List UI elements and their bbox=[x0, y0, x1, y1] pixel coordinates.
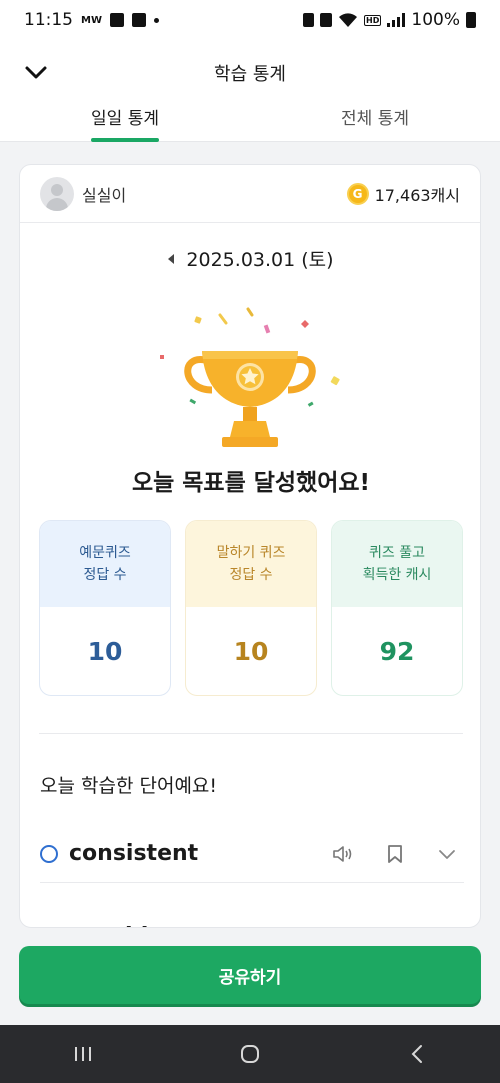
daily-stats-row: 예문퀴즈 정답 수 10 말하기 퀴즈 정답 수 10 퀴즈 풀고 획득한 캐시… bbox=[39, 520, 463, 696]
status-bar: 11:15 MW HD 100% bbox=[0, 0, 500, 40]
status-left: 11:15 MW bbox=[24, 10, 159, 30]
word-checkbox[interactable] bbox=[40, 927, 58, 928]
page-title: 학습 통계 bbox=[214, 64, 286, 85]
word-row: provide bbox=[40, 907, 464, 928]
bookmark-icon bbox=[388, 844, 402, 863]
stat-value: 92 bbox=[379, 636, 415, 666]
stat-value: 10 bbox=[233, 636, 269, 666]
date-label: 2025.03.01 (토) bbox=[186, 249, 334, 271]
word-checkbox[interactable] bbox=[40, 844, 58, 863]
stat-label: 예문퀴즈 정답 수 bbox=[40, 521, 170, 607]
tab-bar: 일일 통계 전체 통계 bbox=[0, 98, 500, 142]
stat-card-example-quiz: 예문퀴즈 정답 수 10 bbox=[39, 520, 171, 696]
words-section-title: 오늘 학습한 단어예요! bbox=[40, 775, 218, 797]
word-text: consistent bbox=[69, 841, 199, 866]
speaker-icon bbox=[333, 845, 352, 862]
word-actions bbox=[330, 841, 464, 867]
home-button[interactable] bbox=[220, 1034, 280, 1074]
hd-voice-icon: HD bbox=[364, 14, 382, 26]
signal-icon bbox=[387, 13, 406, 27]
tab-total-stats[interactable]: 전체 통계 bbox=[250, 98, 500, 142]
word-row: consistent bbox=[40, 825, 464, 883]
goal-achieved-message: 오늘 목표를 달성했어요! bbox=[131, 470, 371, 496]
date-selector: 2025.03.01 (토) bbox=[20, 245, 480, 272]
more-notifications-icon bbox=[153, 17, 159, 23]
tab-daily-stats[interactable]: 일일 통계 bbox=[0, 98, 250, 142]
username: 실실이 bbox=[82, 185, 127, 205]
battery-icon bbox=[466, 12, 476, 28]
stat-label: 말하기 퀴즈 정답 수 bbox=[186, 521, 316, 607]
status-time: 11:15 bbox=[24, 10, 73, 30]
speaker-button[interactable] bbox=[330, 841, 356, 867]
stat-card-quiz-cash: 퀴즈 풀고 획득한 캐시 92 bbox=[331, 520, 463, 696]
back-icon bbox=[411, 1045, 422, 1063]
stats-card: 실실이 G 17,463캐시 2025.03.01 (토) 오늘 목표를 달성했… bbox=[19, 164, 481, 928]
bookmark-icon bbox=[387, 926, 403, 928]
profile-row: 실실이 G 17,463캐시 bbox=[20, 165, 480, 223]
system-nav-bar bbox=[0, 1025, 500, 1083]
shopping-bag-icon bbox=[109, 13, 124, 27]
share-button[interactable]: 공유하기 bbox=[19, 946, 481, 1004]
stat-card-speaking-quiz: 말하기 퀴즈 정답 수 10 bbox=[185, 520, 317, 696]
stat-value: 10 bbox=[87, 636, 123, 666]
app-notification-icon bbox=[131, 13, 146, 27]
word-text: provide bbox=[69, 924, 163, 928]
word-actions bbox=[330, 923, 464, 928]
previous-date-icon[interactable] bbox=[168, 253, 175, 264]
avatar bbox=[40, 176, 74, 211]
cash-amount: 17,463캐시 bbox=[374, 185, 460, 205]
status-right: HD 100% bbox=[303, 10, 476, 30]
expand-button[interactable] bbox=[434, 923, 460, 927]
wifi-icon bbox=[339, 13, 358, 27]
status-small-label: MW bbox=[81, 14, 102, 26]
header: 학습 통계 일일 통계 전체 통계 bbox=[0, 40, 500, 142]
trophy-illustration bbox=[160, 307, 340, 447]
recent-apps-icon bbox=[75, 1047, 92, 1061]
recent-apps-button[interactable] bbox=[53, 1034, 113, 1074]
speaker-icon bbox=[332, 926, 354, 928]
bookmark-button[interactable] bbox=[382, 841, 408, 867]
expand-button[interactable] bbox=[434, 841, 460, 867]
coin-icon: G bbox=[346, 182, 369, 205]
home-icon bbox=[240, 1045, 259, 1063]
stat-label: 퀴즈 풀고 획득한 캐시 bbox=[332, 521, 462, 607]
alarm-icon bbox=[303, 13, 315, 27]
back-button[interactable] bbox=[387, 1034, 447, 1074]
divider bbox=[39, 733, 463, 734]
chevron-down-icon bbox=[439, 849, 455, 859]
speaker-button[interactable] bbox=[330, 923, 356, 928]
mute-icon bbox=[320, 13, 333, 27]
battery-percent: 100% bbox=[411, 10, 460, 30]
cash-balance[interactable]: G 17,463캐시 bbox=[346, 182, 460, 206]
bookmark-button[interactable] bbox=[382, 923, 408, 928]
